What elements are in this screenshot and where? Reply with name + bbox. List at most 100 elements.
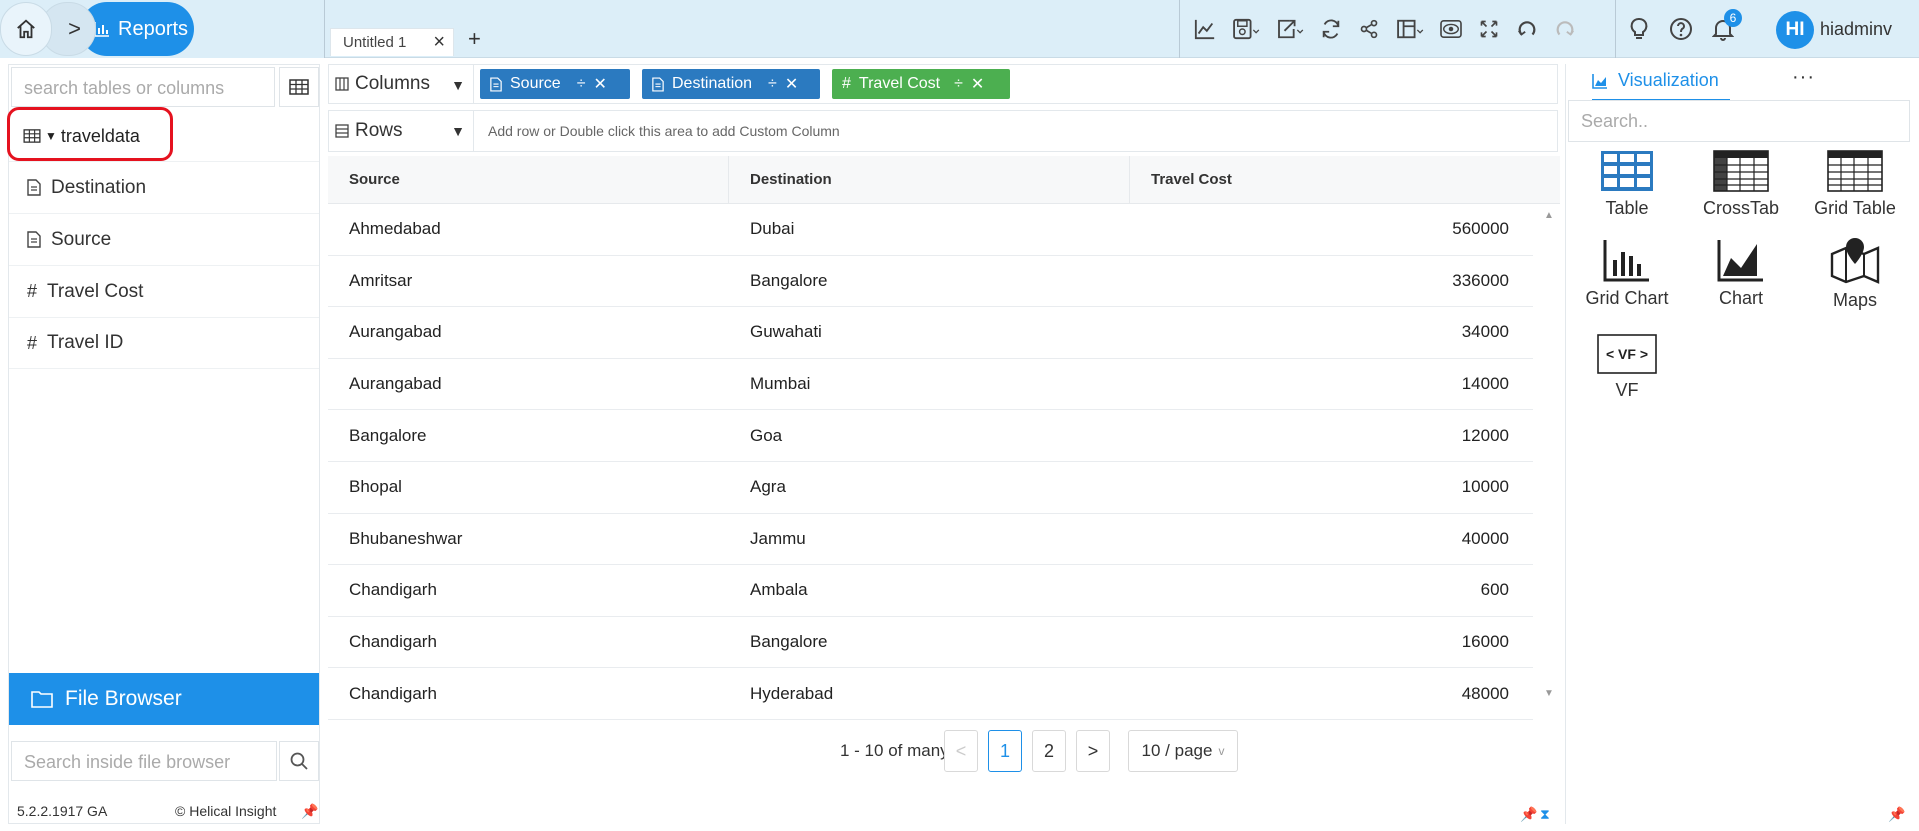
pin-icon[interactable]: 📌 [1888,806,1905,823]
svg-text:< VF >: < VF > [1606,346,1648,362]
caret-down-icon[interactable]: ▼ [451,123,465,139]
field-destination[interactable]: Destination [9,161,319,213]
rows-label: Rows [355,120,403,141]
rows-shelf-label[interactable]: Rows ▼ [329,111,474,151]
columns-shelf-label[interactable]: Columns ▼ [329,65,474,103]
page-1-button[interactable]: 1 [988,730,1022,772]
field-source[interactable]: Source [9,213,319,265]
cell-destination: Guwahati [750,322,822,342]
pin-icon[interactable]: 📌 [301,803,318,820]
caret-down-icon[interactable]: ▼ [451,77,465,93]
column-header-source[interactable]: Source [328,156,729,203]
lightbulb-icon [1630,18,1648,39]
file-browser-search-input[interactable]: Search inside file browser [11,741,277,781]
table-icon [1601,151,1653,191]
share-button[interactable] [1350,9,1388,49]
table-scrollbar[interactable]: ▲ ▼ [1540,204,1558,704]
fullscreen-button[interactable] [1470,9,1508,49]
page-size-select[interactable]: 10 / page v [1128,730,1238,772]
column-pill-destination[interactable]: Destination ÷ ✕ [642,69,820,99]
eye-icon [1440,20,1462,38]
notification-badge: 6 [1724,9,1742,27]
column-pill-travel-cost[interactable]: # Travel Cost ÷ ✕ [832,69,1010,99]
viz-vf[interactable]: < VF > VF [1572,334,1682,401]
cell-source: Chandigarh [349,580,437,600]
column-pill-source[interactable]: Source ÷ ✕ [480,69,630,99]
bar-chart-icon [1603,240,1649,282]
close-icon[interactable]: ✕ [593,74,606,94]
close-icon[interactable]: × [433,31,445,54]
rows-shelf[interactable]: Rows ▼ Add row or Double click this area… [328,110,1558,152]
next-page-button[interactable]: > [1076,730,1110,772]
cell-source: Bhubaneshwar [349,528,463,548]
viz-label: Grid Table [1814,198,1896,218]
viz-table[interactable]: Table [1572,150,1682,219]
scroll-down-icon[interactable]: ▼ [1544,688,1554,699]
refresh-button[interactable] [1312,9,1350,49]
tab-label: Visualization [1618,70,1719,90]
crosstab-icon [1713,150,1769,192]
file-browser-button[interactable]: File Browser [9,673,319,725]
text-field-icon [27,231,41,248]
pill-label: Destination [672,75,753,92]
bar-chart-icon [94,22,109,37]
divide-icon[interactable]: ÷ [768,75,777,93]
field-label: Travel ID [47,332,124,353]
preview-button[interactable] [1432,9,1470,49]
search-tables-input[interactable]: search tables or columns [11,67,275,107]
rows-hint: Add row or Double click this area to add… [488,123,840,139]
viz-crosstab[interactable]: CrossTab [1686,150,1796,219]
redo-button[interactable] [1546,9,1584,49]
table-row: Ahmedabad Dubai 560000 [328,204,1533,256]
field-travel-id[interactable]: # Travel ID [9,317,319,369]
pin-icon[interactable]: 📌 [1520,806,1537,823]
user-menu[interactable]: hiadminv [1820,19,1892,40]
text-field-icon [652,76,664,92]
export-button[interactable] [1268,9,1312,49]
close-icon[interactable]: ✕ [971,74,984,94]
table-view-button[interactable] [279,67,319,107]
more-options-icon[interactable]: ··· [1792,66,1815,89]
cell-destination: Hyderabad [750,683,834,703]
breadcrumb-reports[interactable]: Reports [80,2,194,56]
cell-travel-cost: 10000 [1461,477,1509,497]
divide-icon[interactable]: ÷ [954,75,963,93]
field-travel-cost[interactable]: # Travel Cost [9,265,319,317]
undo-button[interactable] [1508,9,1546,49]
chevron-left-icon: < [955,740,967,761]
columns-shelf[interactable]: Columns ▼ Source ÷ ✕ Destination ÷ ✕ # T… [328,64,1558,104]
cell-source: Ahmedabad [349,219,441,239]
cell-travel-cost: 16000 [1461,632,1509,652]
layout-button[interactable] [1388,9,1432,49]
column-header-destination[interactable]: Destination [729,156,1130,203]
close-icon[interactable]: ✕ [785,74,798,94]
page-2-button[interactable]: 2 [1032,730,1066,772]
chart-view-button[interactable] [1186,9,1224,49]
home-button[interactable] [0,2,52,56]
divide-icon[interactable]: ÷ [577,75,586,93]
file-browser-search-button[interactable] [279,741,319,781]
undo-icon [1518,21,1536,36]
visualization-search-input[interactable]: Search.. [1568,100,1910,142]
tab-visualization[interactable]: Visualization [1592,70,1730,101]
viz-grid-table[interactable]: Grid Table [1800,150,1910,219]
tips-button[interactable] [1618,9,1660,49]
cell-travel-cost: 336000 [1452,270,1509,290]
field-label: Destination [51,176,147,198]
divider [324,0,325,58]
chevron-down-icon: v [1883,19,1893,39]
add-tab-button[interactable]: + [468,26,481,52]
viz-maps[interactable]: Maps [1800,236,1910,311]
avatar[interactable]: HI [1776,11,1814,49]
viz-grid-chart[interactable]: Grid Chart [1572,238,1682,309]
viz-chart[interactable]: Chart [1686,238,1796,309]
viz-label: Chart [1718,288,1763,308]
cell-source: Chandigarh [349,683,437,703]
help-button[interactable] [1660,9,1702,49]
notifications-button[interactable]: 6 [1702,9,1744,49]
previous-page-button[interactable]: < [944,730,978,772]
column-header-travel-cost[interactable]: Travel Cost [1130,156,1560,203]
tab-untitled-1[interactable]: Untitled 1 × [330,28,454,56]
save-button[interactable] [1224,9,1268,49]
scroll-up-icon[interactable]: ▲ [1544,210,1554,221]
